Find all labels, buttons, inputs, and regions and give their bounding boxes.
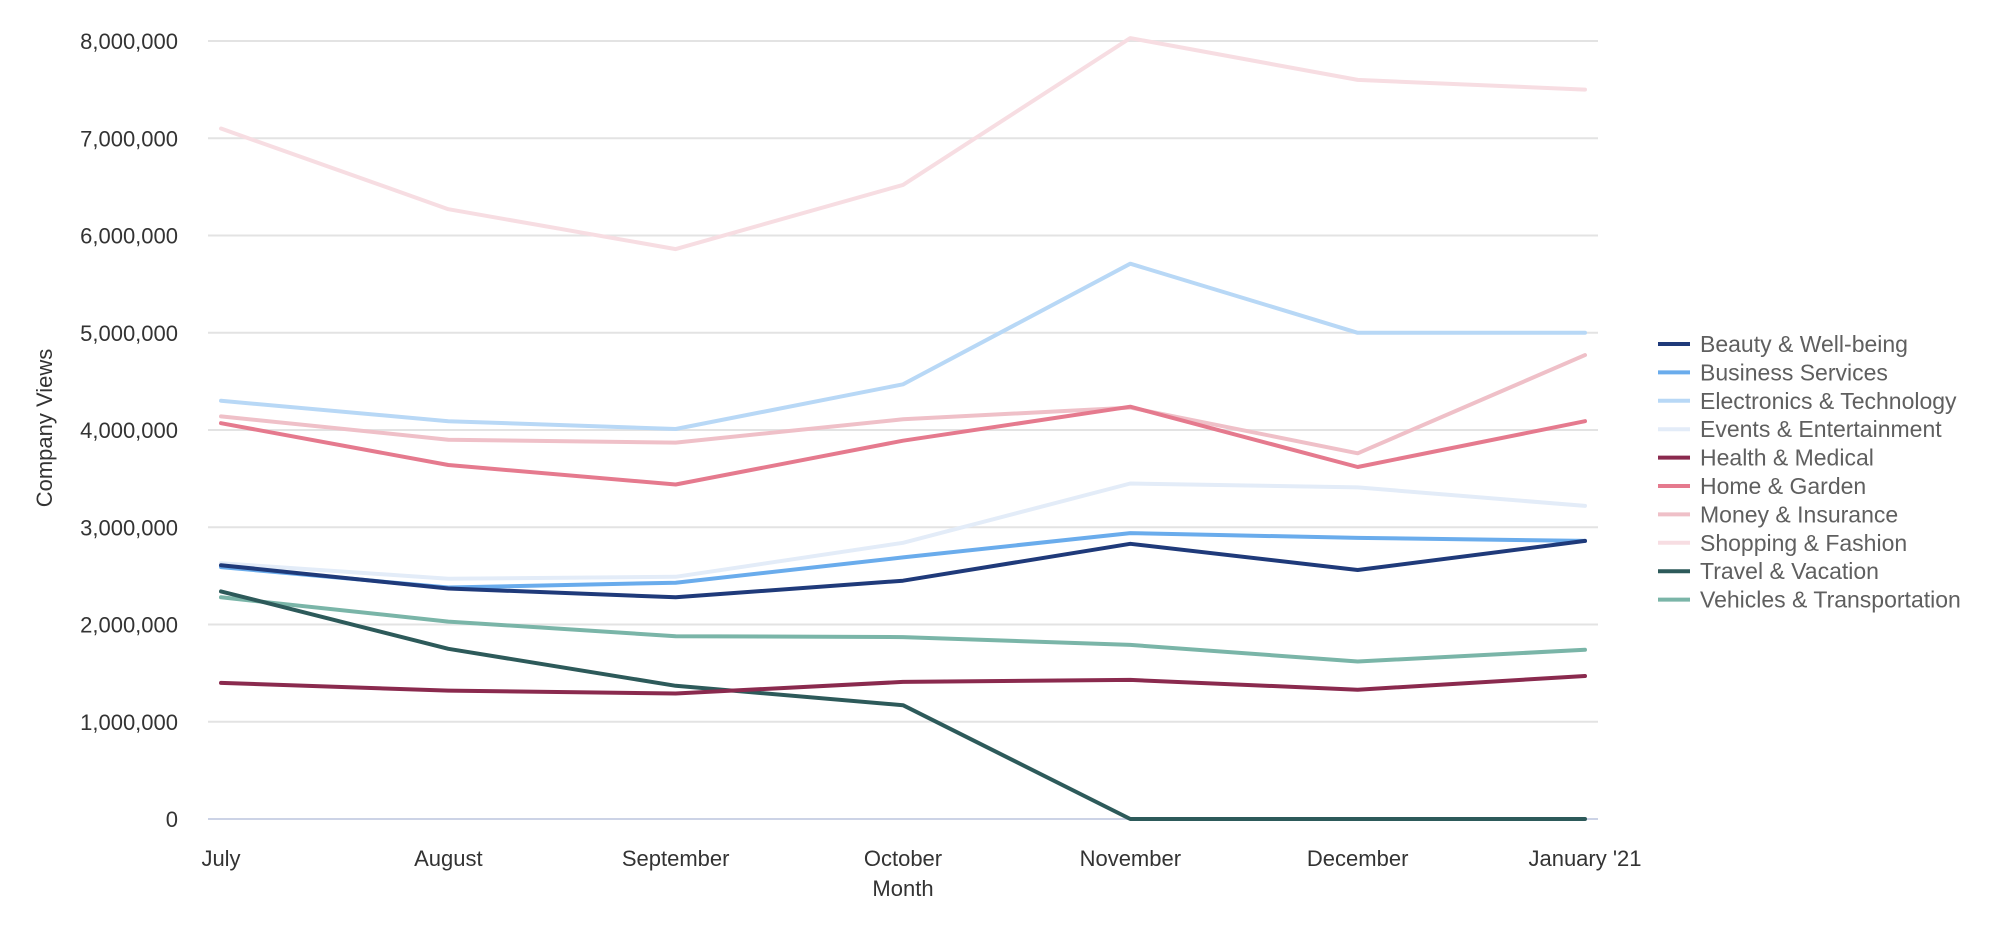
series-line-health-and-medical: [219, 674, 1587, 696]
series-line-beauty-and-well-being: [219, 538, 1587, 600]
legend-label: Events & Entertainment: [1700, 416, 1942, 442]
legend-item[interactable]: Beauty & Well-being: [1658, 331, 1908, 357]
x-axis-title: Month: [872, 876, 933, 901]
y-tick-label: 0: [166, 807, 178, 832]
series-line-money-and-insurance: [219, 353, 1587, 456]
legend-item[interactable]: Events & Entertainment: [1658, 416, 1942, 442]
y-axis-title: Company Views: [32, 349, 57, 508]
legend-item[interactable]: Health & Medical: [1658, 445, 1874, 471]
x-tick-label: September: [622, 846, 730, 871]
x-tick-label: July: [201, 846, 240, 871]
series-lines: [219, 36, 1587, 821]
legend-item[interactable]: Home & Garden: [1658, 473, 1866, 499]
legend-label: Money & Insurance: [1700, 501, 1898, 527]
line-chart: 0 1,000,000 2,000,000 3,000,000 4,000,000 5,0…: [32, 29, 1961, 901]
legend-item[interactable]: Electronics & Technology: [1658, 388, 1957, 414]
series-line-vehicles-and-transportation: [219, 595, 1587, 664]
legend-label: Shopping & Fashion: [1700, 530, 1907, 556]
x-tick-label: January '21: [1528, 846, 1641, 871]
legend-label: Vehicles & Transportation: [1700, 587, 1961, 613]
legend-item[interactable]: Travel & Vacation: [1658, 558, 1879, 584]
x-tick-label: December: [1307, 846, 1408, 871]
y-tick-label: 4,000,000: [80, 418, 178, 443]
legend-label: Electronics & Technology: [1700, 388, 1957, 414]
y-tick-label: 1,000,000: [80, 710, 178, 735]
legend-item[interactable]: Vehicles & Transportation: [1658, 587, 1961, 613]
series-line-electronics-and-technology: [219, 261, 1587, 431]
legend-label: Business Services: [1700, 359, 1888, 385]
x-tick-label: November: [1080, 846, 1181, 871]
x-axis-ticks: July August September October November Decemb…: [201, 846, 1641, 871]
legend: Beauty & Well-beingBusiness Services Elec…: [1658, 331, 1961, 613]
legend-label: Home & Garden: [1700, 473, 1866, 499]
series-line-events-and-entertainment: [219, 481, 1587, 581]
legend-label: Beauty & Well-being: [1700, 331, 1908, 357]
legend-label: Health & Medical: [1700, 445, 1874, 471]
x-tick-label: August: [414, 846, 483, 871]
legend-item[interactable]: Shopping & Fashion: [1658, 530, 1907, 556]
legend-item[interactable]: Money & Insurance: [1658, 501, 1898, 527]
x-tick-label: October: [864, 846, 942, 871]
legend-item[interactable]: Business Services: [1658, 359, 1888, 385]
y-axis-ticks: 0 1,000,000 2,000,000 3,000,000 4,000,000 5,0…: [80, 29, 178, 832]
y-tick-label: 2,000,000: [80, 613, 178, 638]
y-tick-label: 3,000,000: [80, 515, 178, 540]
y-tick-label: 8,000,000: [80, 29, 178, 54]
series-line-travel-and-vacation: [219, 589, 1587, 821]
series-line-shopping-and-fashion: [219, 36, 1587, 252]
legend-label: Travel & Vacation: [1700, 558, 1879, 584]
gridlines: [208, 40, 1598, 820]
y-tick-label: 7,000,000: [80, 126, 178, 151]
y-tick-label: 5,000,000: [80, 321, 178, 346]
y-tick-label: 6,000,000: [80, 224, 178, 249]
